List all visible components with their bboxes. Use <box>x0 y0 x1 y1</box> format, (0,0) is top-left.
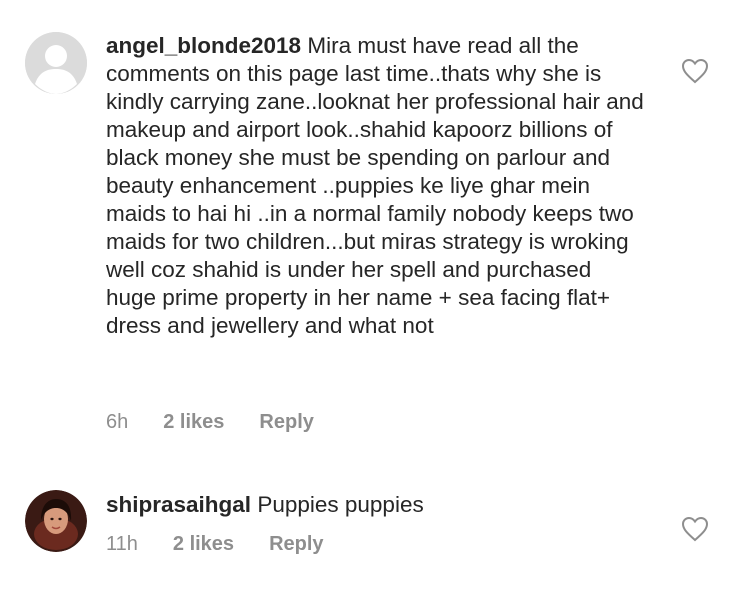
comment-timestamp: 11h <box>106 533 138 555</box>
like-heart-icon[interactable] <box>681 516 709 542</box>
avatar[interactable] <box>25 490 87 552</box>
reply-button[interactable]: Reply <box>269 533 323 556</box>
default-avatar-icon <box>25 32 87 94</box>
comment-meta: 6h 2 likes Reply <box>106 411 349 434</box>
comment-likes-count[interactable]: 2 likes <box>163 411 224 434</box>
comment-text: angel_blonde2018 Mira must have read all… <box>106 32 646 340</box>
comment-text: shiprasaihgal Puppies puppies <box>106 491 646 519</box>
comment-body: Puppies puppies <box>257 492 424 517</box>
comment-username[interactable]: angel_blonde2018 <box>106 33 301 58</box>
user-photo-avatar <box>25 490 87 552</box>
comment-body: Mira must have read all the comments on … <box>106 33 644 338</box>
avatar[interactable] <box>25 32 87 94</box>
comment-timestamp: 6h <box>106 411 129 433</box>
comment-likes-count[interactable]: 2 likes <box>173 533 234 556</box>
comment-username[interactable]: shiprasaihgal <box>106 492 251 517</box>
comment-meta: 11h 2 likes Reply <box>106 533 359 556</box>
like-heart-icon[interactable] <box>681 58 709 84</box>
reply-button[interactable]: Reply <box>259 411 313 434</box>
